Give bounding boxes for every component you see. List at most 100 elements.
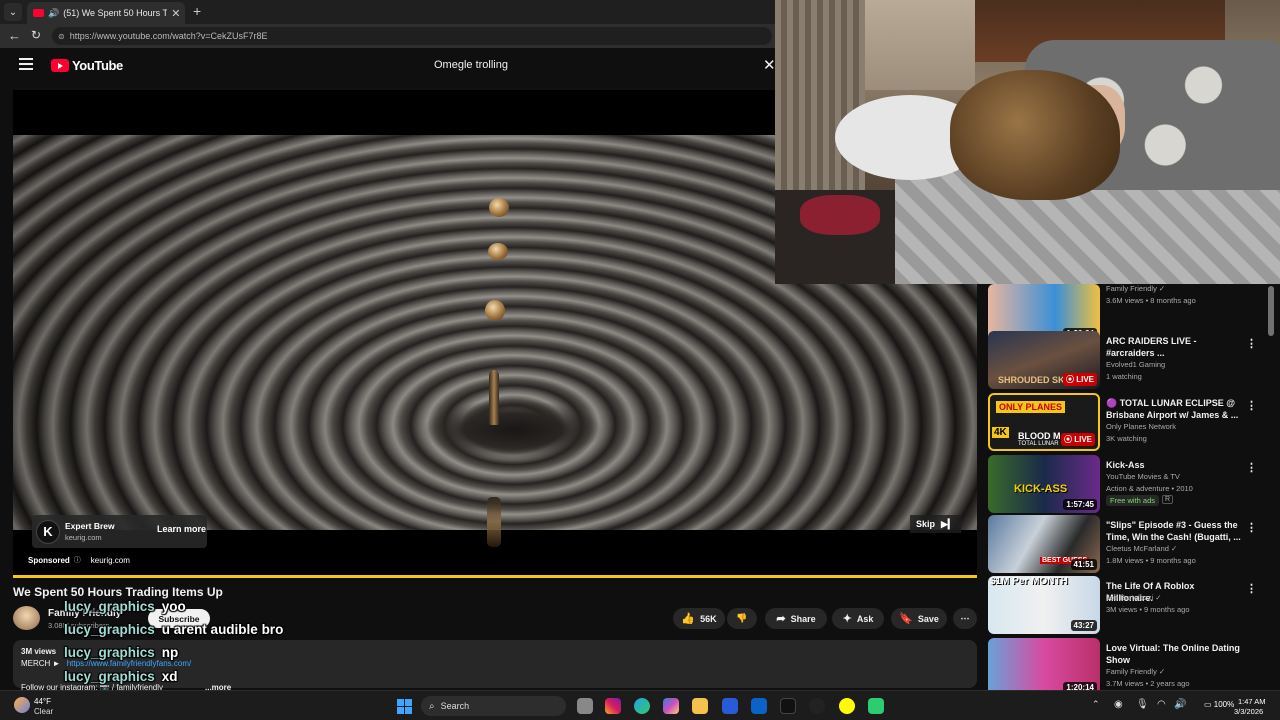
clear-search-icon[interactable]: ✕	[763, 56, 776, 74]
reload-icon[interactable]: ↻	[31, 28, 41, 42]
share-icon: ➦	[776, 613, 786, 625]
learn-more-button[interactable]: Learn more	[157, 524, 206, 534]
video-title-text: Love Virtual: The Online Dating Show	[1106, 643, 1240, 665]
chat-message: lucy_graphics xd	[64, 669, 178, 684]
site-info-icon[interactable]: ⊜	[58, 32, 65, 41]
youtube-logo[interactable]: YouTube	[51, 58, 123, 73]
advertiser-name: Expert Brew	[65, 521, 115, 531]
tiktok-icon[interactable]	[780, 698, 796, 714]
clock-date[interactable]: 3/3/2026	[1234, 707, 1263, 716]
weather-condition[interactable]: Clear	[34, 707, 53, 716]
battery-percent: 100%	[1213, 700, 1235, 709]
chat-message: lucy_graphics np	[64, 645, 178, 660]
video-thumbnail[interactable]: SHROUDED SK ⦿ LIVE	[988, 331, 1100, 389]
more-options-icon[interactable]: ⋮	[1246, 582, 1257, 595]
new-tab-button[interactable]: +	[193, 3, 201, 19]
related-video-item[interactable]: $1M Per MONTH 43:27 The Life Of A Roblox…	[988, 576, 1268, 634]
video-thumbnail[interactable]: KICK-ASS 1:57:45	[988, 455, 1100, 513]
copilot-icon[interactable]	[663, 698, 679, 714]
green-app-icon[interactable]	[868, 698, 884, 714]
chat-text: xd	[161, 669, 178, 684]
advertiser-logo: K	[36, 519, 60, 544]
clock-time[interactable]: 1:47 AM	[1238, 697, 1266, 706]
skip-next-icon: ▶▎	[941, 518, 955, 529]
view-count: 3M views	[21, 647, 57, 656]
video-title-text: "Slips" Episode #3 - Guess the Time, Win…	[1106, 520, 1241, 542]
speaker-icon[interactable]: 🔊	[48, 8, 59, 19]
dislike-button[interactable]: 👎	[727, 608, 757, 629]
volume-icon[interactable]: 🔊	[1174, 699, 1186, 710]
wifi-icon[interactable]: ◠	[1157, 699, 1166, 710]
chat-text: yoo	[161, 599, 186, 614]
related-video-item[interactable]: 1:20:14 Love Virtual: The Online Dating …	[988, 638, 1268, 690]
browser-tab-active[interactable]: 🔊 (51) We Spent 50 Hours Tradi ✕	[27, 2, 185, 24]
skip-ad-button[interactable]: Skip ▶▎	[910, 515, 961, 533]
live-label: LIVE	[1074, 435, 1092, 444]
like-button[interactable]: 👍 56K	[673, 608, 725, 629]
related-video-item[interactable]: KICK-ASS 1:57:45 Kick-Ass YouTube Movies…	[988, 455, 1268, 513]
video-meta: 3M views • 9 months ago	[1106, 605, 1190, 614]
more-options-icon[interactable]: ⋮	[1246, 399, 1257, 412]
merch-link[interactable]: https://www.familyfriendlyfans.com/	[67, 659, 191, 668]
tray-app-icon[interactable]: ◉	[1114, 699, 1123, 710]
channel-avatar[interactable]	[13, 606, 40, 630]
task-view-icon[interactable]	[577, 698, 593, 714]
video-meta: 3K watching	[1106, 434, 1147, 443]
battery-indicator[interactable]: ▭ 100%	[1204, 700, 1234, 709]
related-video-item[interactable]: BEST GUESS 41:51 "Slips" Episode #3 - Gu…	[988, 515, 1268, 573]
url-field[interactable]: ⊜ https://www.youtube.com/watch?v=CekZUs…	[52, 27, 772, 45]
weather-temperature[interactable]: 44°F	[34, 697, 51, 706]
like-count: 56K	[700, 613, 717, 624]
ask-button[interactable]: ✦ Ask	[832, 608, 884, 629]
tab-list-button[interactable]: ⌄	[4, 3, 22, 21]
water-drop	[485, 300, 505, 321]
info-icon[interactable]: ⓘ	[74, 555, 81, 565]
youtube-play-icon	[51, 59, 69, 72]
ad-card[interactable]: K Expert Brew keurig.com Learn more	[32, 515, 207, 548]
snapchat-icon[interactable]	[839, 698, 855, 714]
file-explorer-icon[interactable]	[692, 698, 708, 714]
close-tab-icon[interactable]: ✕	[171, 7, 180, 20]
chat-username: lucy_graphics	[64, 669, 155, 684]
water-column	[489, 370, 499, 425]
related-video-item[interactable]: SHROUDED SK ⦿ LIVE ARC RAIDERS LIVE - #a…	[988, 331, 1268, 389]
video-thumbnail[interactable]: BEST GUESS 41:51	[988, 515, 1100, 573]
duration-badge: 1:57:45	[1063, 499, 1097, 510]
store-icon[interactable]	[722, 698, 738, 714]
url-text: https://www.youtube.com/watch?v=CekZUsF7…	[69, 31, 268, 41]
share-button[interactable]: ➦ Share	[765, 608, 827, 629]
more-options-icon[interactable]: ⋮	[1246, 461, 1257, 474]
video-meta: Action & adventure • 2010	[1106, 484, 1193, 493]
sponsored-domain[interactable]: keurig.com	[91, 556, 130, 565]
video-meta: 1 watching	[1106, 372, 1142, 381]
windows-start-icon[interactable]	[397, 699, 412, 714]
instagram-icon[interactable]	[605, 698, 621, 714]
sidebar-scrollbar[interactable]	[1268, 286, 1274, 336]
back-arrow-icon[interactable]: ←	[8, 28, 21, 43]
more-options-icon[interactable]: ⋮	[1246, 521, 1257, 534]
video-channel: Only Planes Network	[1106, 422, 1177, 431]
related-video-item[interactable]: ONLY PLANES 4K BLOOD M TOTAL LUNAR ⦿ LIV…	[988, 393, 1268, 451]
show-hidden-icons[interactable]: ⌃	[1092, 699, 1100, 710]
alien-app-icon[interactable]	[809, 698, 825, 714]
taskbar-search[interactable]: ⌕ Search	[421, 696, 566, 716]
address-bar-row: ← ↻ ⊜ https://www.youtube.com/watch?v=Ce…	[0, 24, 775, 48]
video-thumbnail[interactable]: ONLY PLANES 4K BLOOD M TOTAL LUNAR ⦿ LIV…	[988, 393, 1100, 451]
thumbnail-text: TOTAL LUNAR	[1018, 441, 1059, 447]
video-thumbnail[interactable]: $1M Per MONTH 43:27	[988, 576, 1100, 634]
thumbnail-4k-text: 4K	[992, 427, 1009, 438]
video-thumbnail[interactable]: 1:20:14	[988, 638, 1100, 690]
weather-icon[interactable]	[14, 697, 30, 713]
menu-icon[interactable]	[19, 58, 33, 70]
mail-icon[interactable]	[751, 698, 767, 714]
save-button[interactable]: 🔖 Save	[891, 608, 947, 629]
search-input[interactable]: Omegle trolling	[434, 59, 508, 71]
more-options-icon[interactable]: ⋮	[1246, 337, 1257, 350]
video-channel: Family Friendly ✓	[1106, 284, 1166, 293]
merch-label: MERCH ►	[21, 659, 61, 668]
edge-icon[interactable]	[634, 698, 650, 714]
microphone-icon[interactable]: 🎙	[1136, 699, 1149, 710]
taskbar-search-label: Search	[440, 701, 470, 711]
more-actions-button[interactable]: ⋯	[953, 608, 977, 629]
video-channel: YouTube Movies & TV	[1106, 472, 1180, 481]
